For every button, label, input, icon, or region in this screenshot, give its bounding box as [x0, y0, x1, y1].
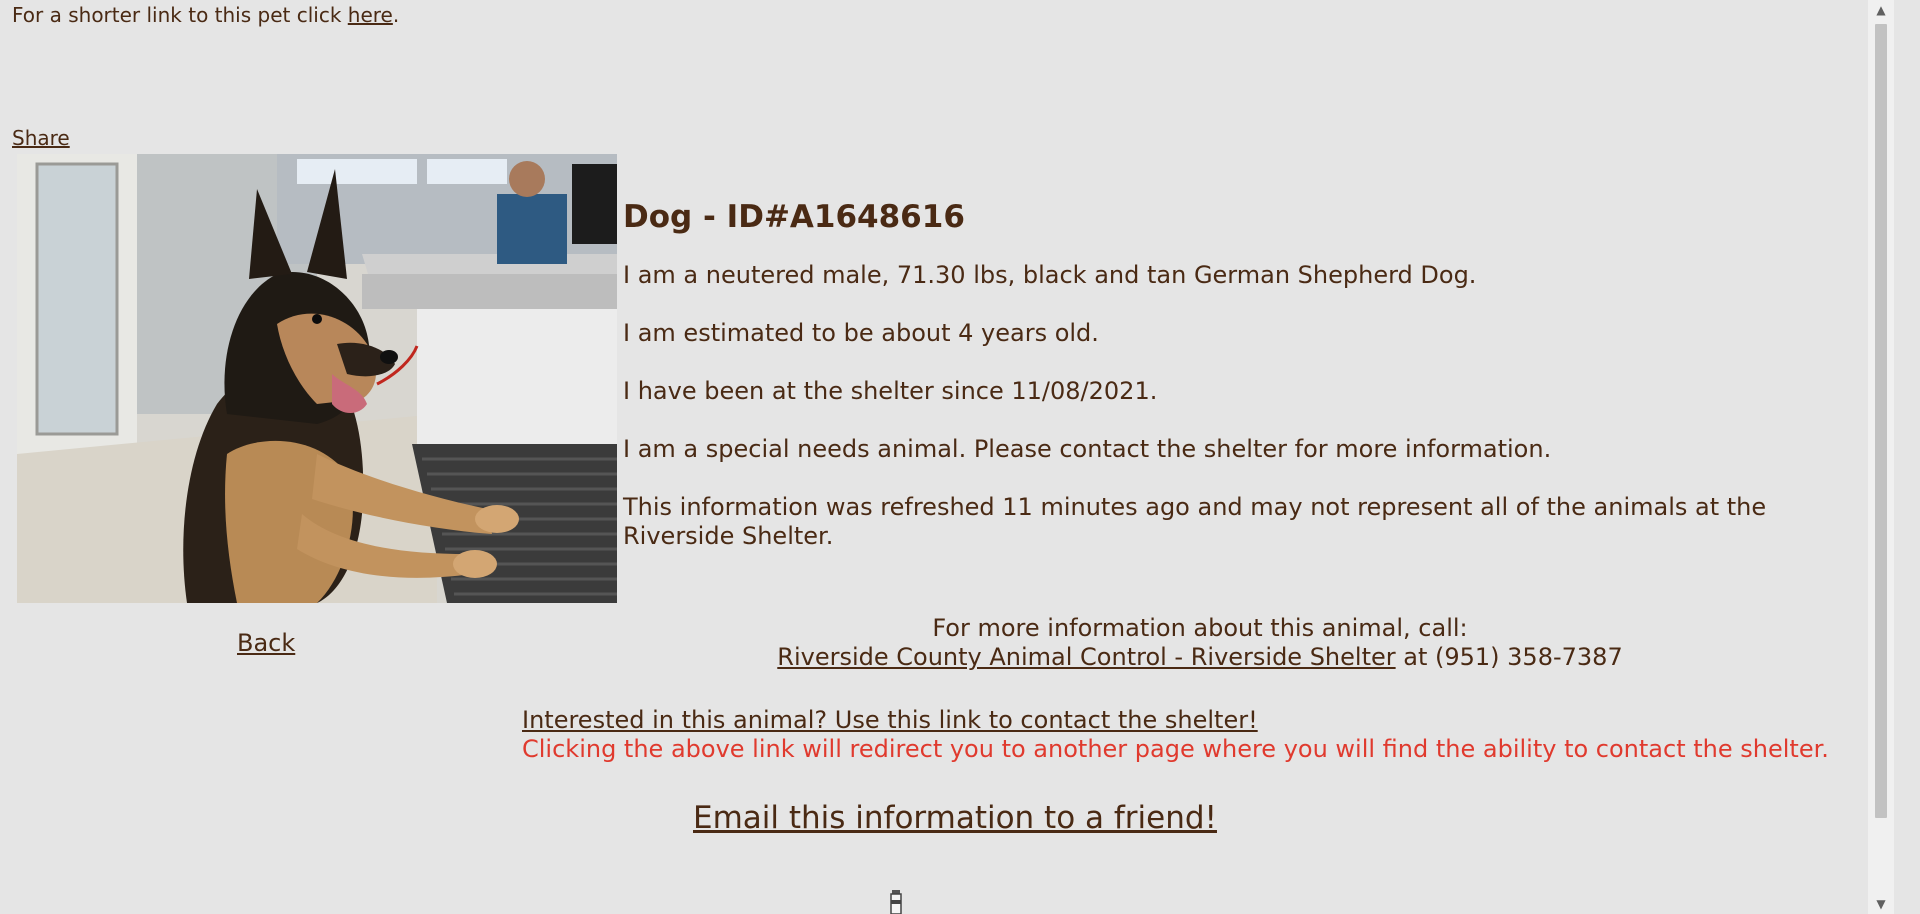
scroll-up-arrow-icon[interactable]: ▲: [1868, 0, 1894, 20]
contact-block: For more information about this animal, …: [623, 614, 1777, 672]
email-friend-link[interactable]: Email this information to a friend!: [693, 799, 1217, 837]
animal-age: I am estimated to be about 4 years old.: [623, 319, 1099, 347]
redirect-warning: Clicking the above link will redirect yo…: [522, 735, 1829, 763]
scrollbar-thumb[interactable]: [1875, 24, 1887, 818]
back-link[interactable]: Back: [237, 628, 295, 658]
page: For a shorter link to this pet click her…: [0, 0, 1894, 914]
animal-description: I am a neutered male, 71.30 lbs, black a…: [623, 261, 1477, 289]
share-link[interactable]: Share: [12, 125, 70, 151]
animal-special-needs: I am a special needs animal. Please cont…: [623, 435, 1552, 463]
animal-info: Dog - ID#A1648616 I am a neutered male, …: [623, 198, 1873, 580]
animal-title: Dog - ID#A1648616: [623, 199, 965, 235]
shelter-phone: at (951) 358-7387: [1395, 643, 1623, 671]
vertical-scrollbar[interactable]: ▲ ▼: [1868, 0, 1894, 914]
short-link-here[interactable]: here: [348, 3, 393, 27]
interest-block: Interested in this animal? Use this link…: [522, 706, 1882, 764]
german-shepherd-photo-icon: [17, 154, 617, 603]
contact-shelter-link[interactable]: Interested in this animal? Use this link…: [522, 706, 1258, 734]
scroll-down-arrow-icon[interactable]: ▼: [1868, 894, 1894, 914]
contact-intro: For more information about this animal, …: [932, 614, 1468, 642]
lighthouse-icon: [887, 888, 905, 914]
refresh-notice: This information was refreshed 11 minute…: [623, 493, 1767, 550]
short-link-line: For a shorter link to this pet click her…: [12, 2, 399, 28]
shelter-link[interactable]: Riverside County Animal Control - Rivers…: [777, 643, 1395, 671]
short-link-suffix: .: [392, 3, 400, 27]
pet-photo: [17, 154, 617, 603]
short-link-text: For a shorter link to this pet click: [12, 3, 348, 27]
animal-shelter-since: I have been at the shelter since 11/08/2…: [623, 377, 1158, 405]
contact-line: Riverside County Animal Control - Rivers…: [623, 643, 1777, 672]
